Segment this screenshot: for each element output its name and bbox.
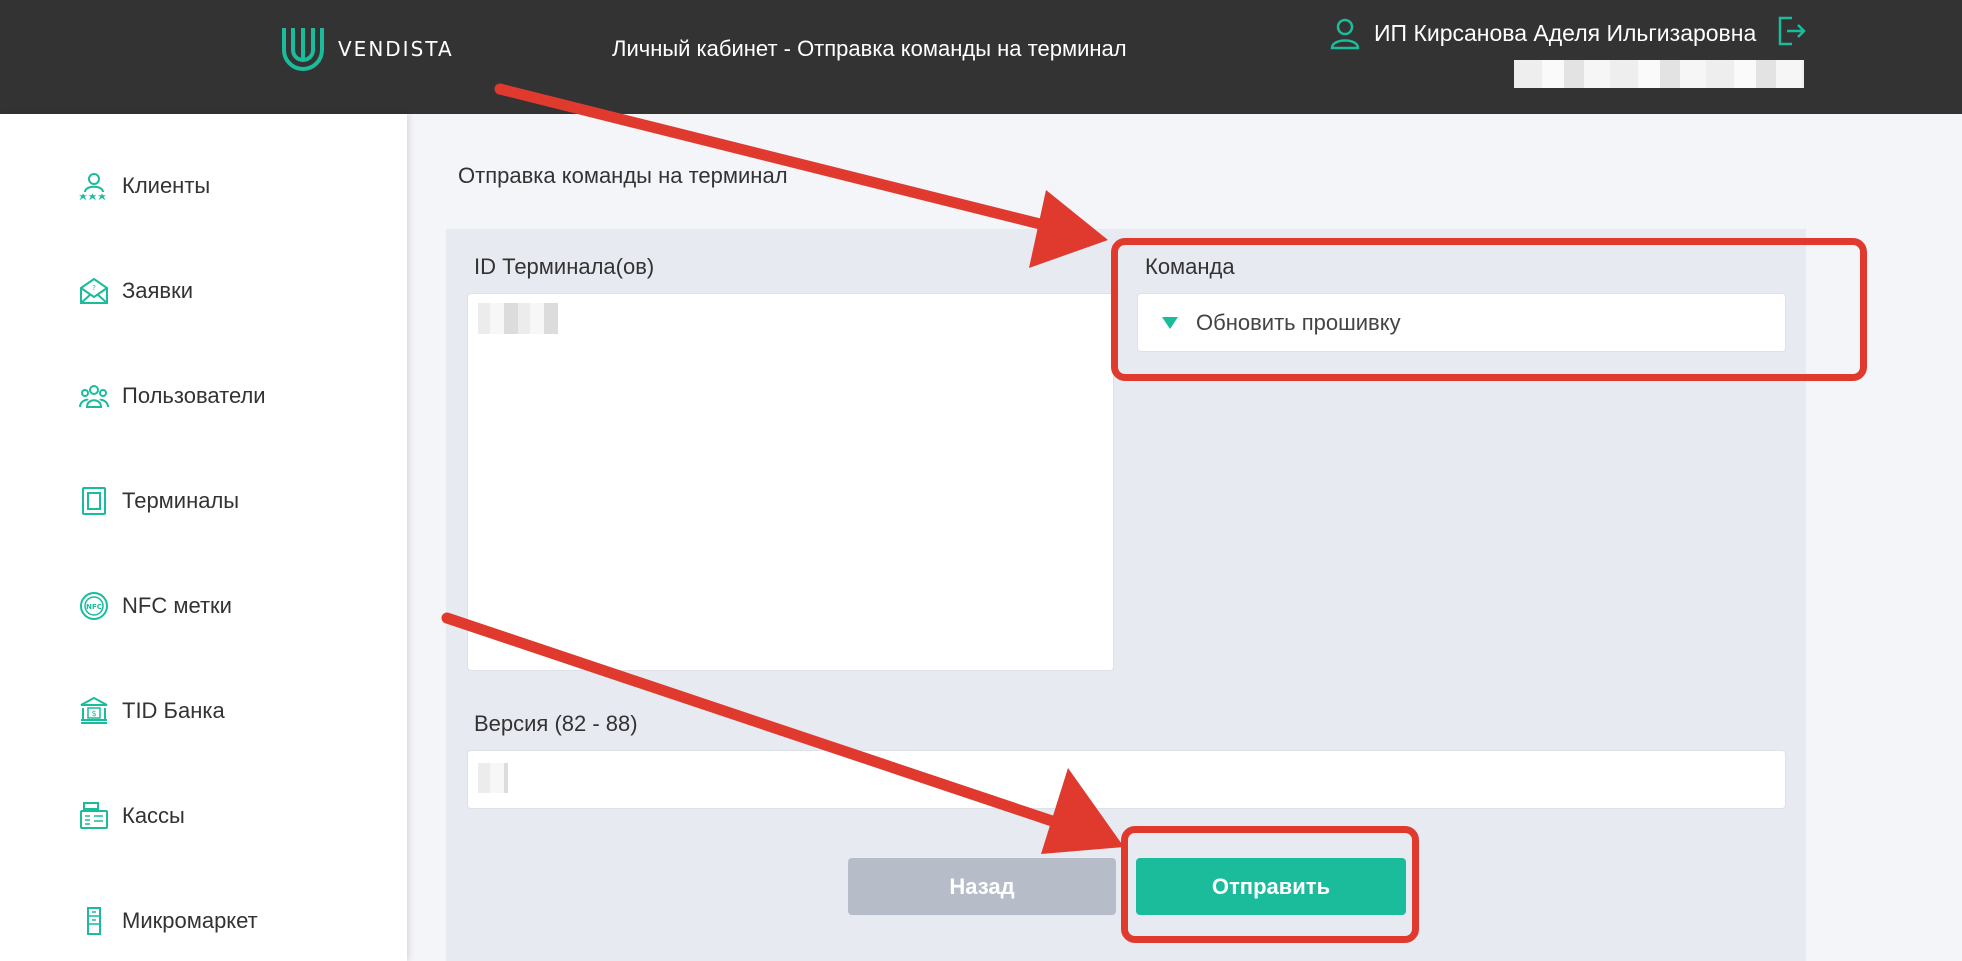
blurred-version-value (478, 763, 508, 793)
envelope-icon: ? (80, 277, 108, 304)
logout-icon (1778, 16, 1806, 46)
micromarket-icon (87, 907, 101, 935)
sidebar-item-cash-registers[interactable]: Кассы (78, 796, 185, 836)
sidebar-item-label: Микромаркет (122, 908, 258, 933)
user-name: ИП Кирсанова Аделя Ильгизаровна (1374, 19, 1757, 46)
sidebar-item-requests[interactable]: ? Заявки (78, 271, 193, 311)
user-profile[interactable]: ИП Кирсанова Аделя Ильгизаровна (1328, 16, 1756, 50)
terminal-icon (82, 487, 106, 515)
top-bar: VENDISTA Личный кабинет - Отправка коман… (0, 0, 1962, 114)
version-input[interactable] (467, 750, 1786, 809)
command-highlight-box (1111, 238, 1867, 381)
sidebar-item-label: Пользователи (122, 383, 266, 408)
sidebar-item-label: Заявки (122, 278, 194, 303)
page-title: Личный кабинет - Отправка команды на тер… (612, 36, 1127, 61)
sidebar-item-label: Клиенты (122, 173, 211, 198)
bank-icon: $ (80, 696, 108, 724)
version-label: Версия (82 - 88) (474, 711, 638, 736)
send-button-highlight-box (1121, 826, 1419, 943)
logout-button[interactable] (1774, 14, 1808, 53)
sidebar-item-label: NFC метки (122, 593, 232, 618)
back-button[interactable]: Назад (848, 858, 1116, 915)
terminal-ids-textarea[interactable] (467, 293, 1114, 671)
svg-text:NFC: NFC (86, 603, 102, 611)
vendista-logo[interactable]: VENDISTA (280, 24, 454, 74)
sidebar-item-label: TID Банка (122, 698, 225, 723)
sidebar-item-label: Терминалы (122, 488, 240, 513)
nfc-icon: NFC (80, 592, 108, 620)
user-icon (1330, 18, 1360, 50)
logo-text: VENDISTA (338, 37, 454, 61)
terminal-ids-label: ID Терминала(ов) (474, 254, 655, 279)
vendista-logo-icon (282, 28, 324, 71)
cash-register-icon (80, 802, 108, 829)
sidebar-item-clients[interactable]: Клиенты (78, 166, 210, 206)
svg-text:?: ? (92, 284, 96, 292)
sidebar-item-bank-tid[interactable]: $ TID Банка (78, 691, 225, 731)
sidebar-item-nfc-tags[interactable]: NFC NFC метки (78, 586, 232, 626)
sidebar-item-users[interactable]: Пользователи (78, 376, 266, 416)
svg-text:$: $ (91, 709, 96, 718)
blurred-terminal-id (478, 303, 558, 334)
section-heading: Отправка команды на терминал (458, 163, 788, 188)
users-icon (79, 385, 109, 408)
sidebar: Клиенты ? Заявки Пользователи Терминалы … (0, 114, 407, 961)
clients-icon (79, 173, 106, 201)
sidebar-item-terminals[interactable]: Терминалы (78, 481, 239, 521)
blurred-account-info (1514, 60, 1804, 88)
sidebar-item-label: Кассы (122, 803, 185, 828)
sidebar-item-micromarket[interactable]: Микромаркет (78, 901, 258, 941)
